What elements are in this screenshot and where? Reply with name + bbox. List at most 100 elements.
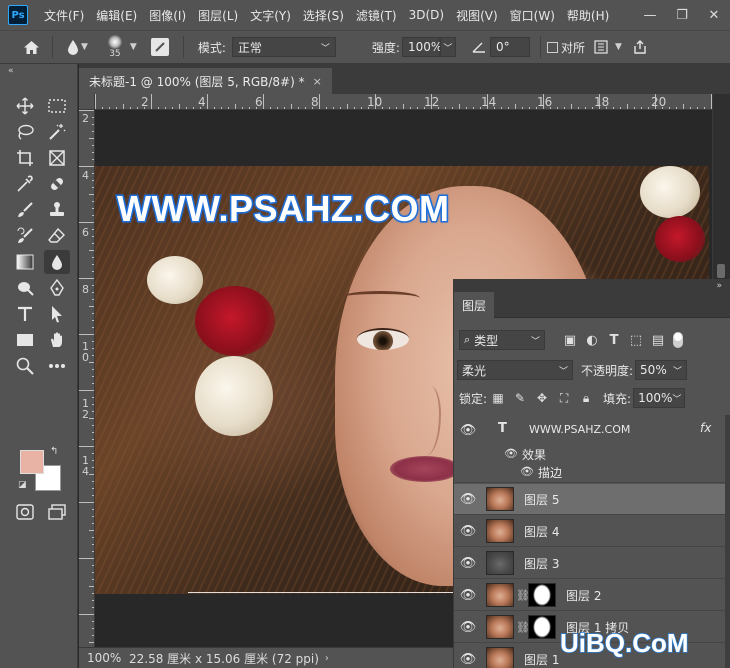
brush-preset-picker[interactable]: 35 (102, 35, 128, 59)
close-tab-icon[interactable]: × (313, 75, 322, 88)
share-icon[interactable] (632, 39, 648, 55)
sample-all-checkbox[interactable] (546, 41, 558, 53)
type-tool-icon[interactable] (12, 302, 38, 326)
healing-brush-tool-icon[interactable] (44, 172, 70, 196)
tab-layers[interactable]: 图层 (454, 292, 495, 318)
menu-window[interactable]: 窗口(W) (504, 7, 561, 24)
rectangle-tool-icon[interactable] (12, 328, 38, 352)
history-brush-tool-icon[interactable] (12, 224, 38, 248)
gradient-tool-icon[interactable] (12, 250, 38, 274)
layer-row[interactable]: 👁︎ 图层 3 (454, 548, 726, 579)
visibility-eye-icon[interactable]: 👁︎ (454, 556, 482, 571)
mask-link-icon[interactable]: ⛓︎ (516, 589, 530, 602)
vertical-ruler[interactable]: 2 4 6 8 10 12 14 (79, 110, 95, 647)
effects-fx-icon[interactable]: fx (700, 421, 711, 435)
pressure-icon[interactable] (593, 40, 609, 54)
mask-link-icon[interactable]: ⛓︎ (516, 621, 530, 634)
home-icon[interactable] (16, 40, 46, 55)
angle-input[interactable]: 0° (489, 37, 530, 57)
swap-colors-icon[interactable]: ↰ (50, 446, 58, 457)
opacity-input[interactable]: 50% ﹀ (635, 360, 688, 380)
zoom-level[interactable]: 100% (79, 651, 123, 665)
layer-mask-thumbnail[interactable] (528, 615, 556, 639)
visibility-eye-icon[interactable]: 👁︎ (454, 492, 482, 507)
menu-filter[interactable]: 滤镜(T) (350, 7, 403, 24)
strength-input[interactable]: 100% (401, 37, 442, 57)
menu-help[interactable]: 帮助(H) (561, 7, 615, 24)
stroke-effect-eye-icon[interactable]: 👁︎ (520, 465, 534, 478)
path-selection-tool-icon[interactable] (44, 302, 70, 326)
default-colors-icon[interactable]: ◪ (18, 480, 27, 490)
layer-row[interactable]: 👁︎ ⛓︎ 图层 2 (454, 580, 726, 611)
crop-tool-icon[interactable] (12, 146, 38, 170)
lock-transparency-icon[interactable]: ▦ (487, 391, 509, 405)
document-tab[interactable]: 未标题-1 @ 100% (图层 5, RGB/8#) * × (79, 68, 332, 94)
status-menu-icon[interactable]: › (325, 653, 329, 664)
chevron-down-icon[interactable]: ▼ (615, 42, 622, 52)
zoom-tool-icon[interactable] (12, 354, 38, 378)
filter-smart-object-icon[interactable]: ▤ (647, 333, 669, 348)
fill-input[interactable]: 100% ﹀ (633, 388, 686, 408)
layer-filter-select[interactable]: ⌕ 类型 ﹀ (459, 330, 545, 350)
more-tools-icon[interactable] (44, 354, 70, 378)
text-layer-row[interactable]: 👁︎ T WWW.PSAHZ.COM fx 👁︎ 效果 👁︎ 描边 (454, 415, 726, 483)
blur-tool-icon[interactable] (44, 250, 70, 274)
collapse-icon[interactable]: « (8, 66, 14, 76)
lock-all-icon[interactable]: 🔒︎ (575, 391, 597, 406)
mode-select[interactable]: 正常 ﹀ (231, 37, 336, 57)
close-window-button[interactable]: ✕ (698, 0, 730, 30)
visibility-eye-icon[interactable]: 👁︎ (454, 423, 482, 438)
layer-row[interactable]: 👁︎ 图层 4 (454, 516, 726, 547)
marquee-tool-icon[interactable] (44, 94, 70, 118)
minimize-button[interactable]: — (634, 0, 666, 30)
chevron-down-icon[interactable]: ▼ (130, 42, 137, 52)
brush-tool-icon[interactable] (12, 198, 38, 222)
strength-slider-toggle[interactable]: ﹀ (439, 37, 456, 57)
menu-3d[interactable]: 3D(D) (403, 8, 450, 22)
visibility-eye-icon[interactable]: 👁︎ (454, 620, 482, 635)
menu-file[interactable]: 文件(F) (38, 7, 90, 24)
scrollbar-thumb[interactable] (717, 264, 725, 278)
collapse-panel-icon[interactable]: » (716, 280, 722, 292)
quick-mask-icon[interactable] (12, 500, 38, 524)
lock-artboard-icon[interactable]: ⛶ (553, 391, 575, 406)
restore-button[interactable]: ❐ (666, 0, 698, 30)
effects-eye-icon[interactable]: 👁︎ (504, 447, 518, 460)
screen-mode-icon[interactable] (44, 500, 70, 524)
eraser-tool-icon[interactable] (44, 224, 70, 248)
clone-stamp-tool-icon[interactable] (44, 198, 70, 222)
frame-tool-icon[interactable] (44, 146, 70, 170)
eyedropper-tool-icon[interactable] (12, 172, 38, 196)
chevron-down-icon[interactable]: ▼ (81, 42, 88, 52)
pen-tool-icon[interactable] (44, 276, 70, 300)
magic-wand-tool-icon[interactable] (44, 120, 70, 144)
layer-mask-thumbnail[interactable] (528, 583, 556, 607)
menu-select[interactable]: 选择(S) (297, 7, 350, 24)
dodge-tool-icon[interactable] (12, 276, 38, 300)
visibility-eye-icon[interactable]: 👁︎ (454, 588, 482, 603)
ruler-origin[interactable] (79, 94, 95, 110)
brush-settings-icon[interactable] (150, 38, 169, 56)
filter-type-icon[interactable]: T (603, 333, 625, 348)
layer-row[interactable]: 👁︎ 图层 5 (454, 484, 726, 515)
move-tool-icon[interactable] (12, 94, 38, 118)
filter-adjustment-icon[interactable]: ◐ (581, 333, 603, 348)
lock-image-icon[interactable]: ✎ (509, 391, 531, 405)
filter-pixel-icon[interactable]: ▣ (559, 333, 581, 348)
blend-mode-select[interactable]: 柔光 ﹀ (457, 360, 573, 380)
menu-type[interactable]: 文字(Y) (244, 7, 297, 24)
hand-tool-icon[interactable] (44, 328, 70, 352)
menu-image[interactable]: 图像(I) (143, 7, 192, 24)
blur-tool-preset-icon[interactable] (67, 39, 79, 55)
layers-scrollbar[interactable] (725, 415, 730, 668)
visibility-eye-icon[interactable]: 👁︎ (454, 524, 482, 539)
menu-layer[interactable]: 图层(L) (192, 7, 244, 24)
filter-shape-icon[interactable]: ⬚ (625, 333, 647, 348)
menu-view[interactable]: 视图(V) (450, 7, 504, 24)
lock-position-icon[interactable]: ✥ (531, 391, 553, 405)
filter-toggle-icon[interactable] (673, 332, 683, 348)
visibility-eye-icon[interactable]: 👁︎ (454, 652, 482, 667)
horizontal-ruler[interactable]: 2 4 6 8 10 12 14 16 18 20 (95, 94, 712, 110)
foreground-color-swatch[interactable] (20, 450, 44, 474)
lasso-tool-icon[interactable] (12, 120, 38, 144)
